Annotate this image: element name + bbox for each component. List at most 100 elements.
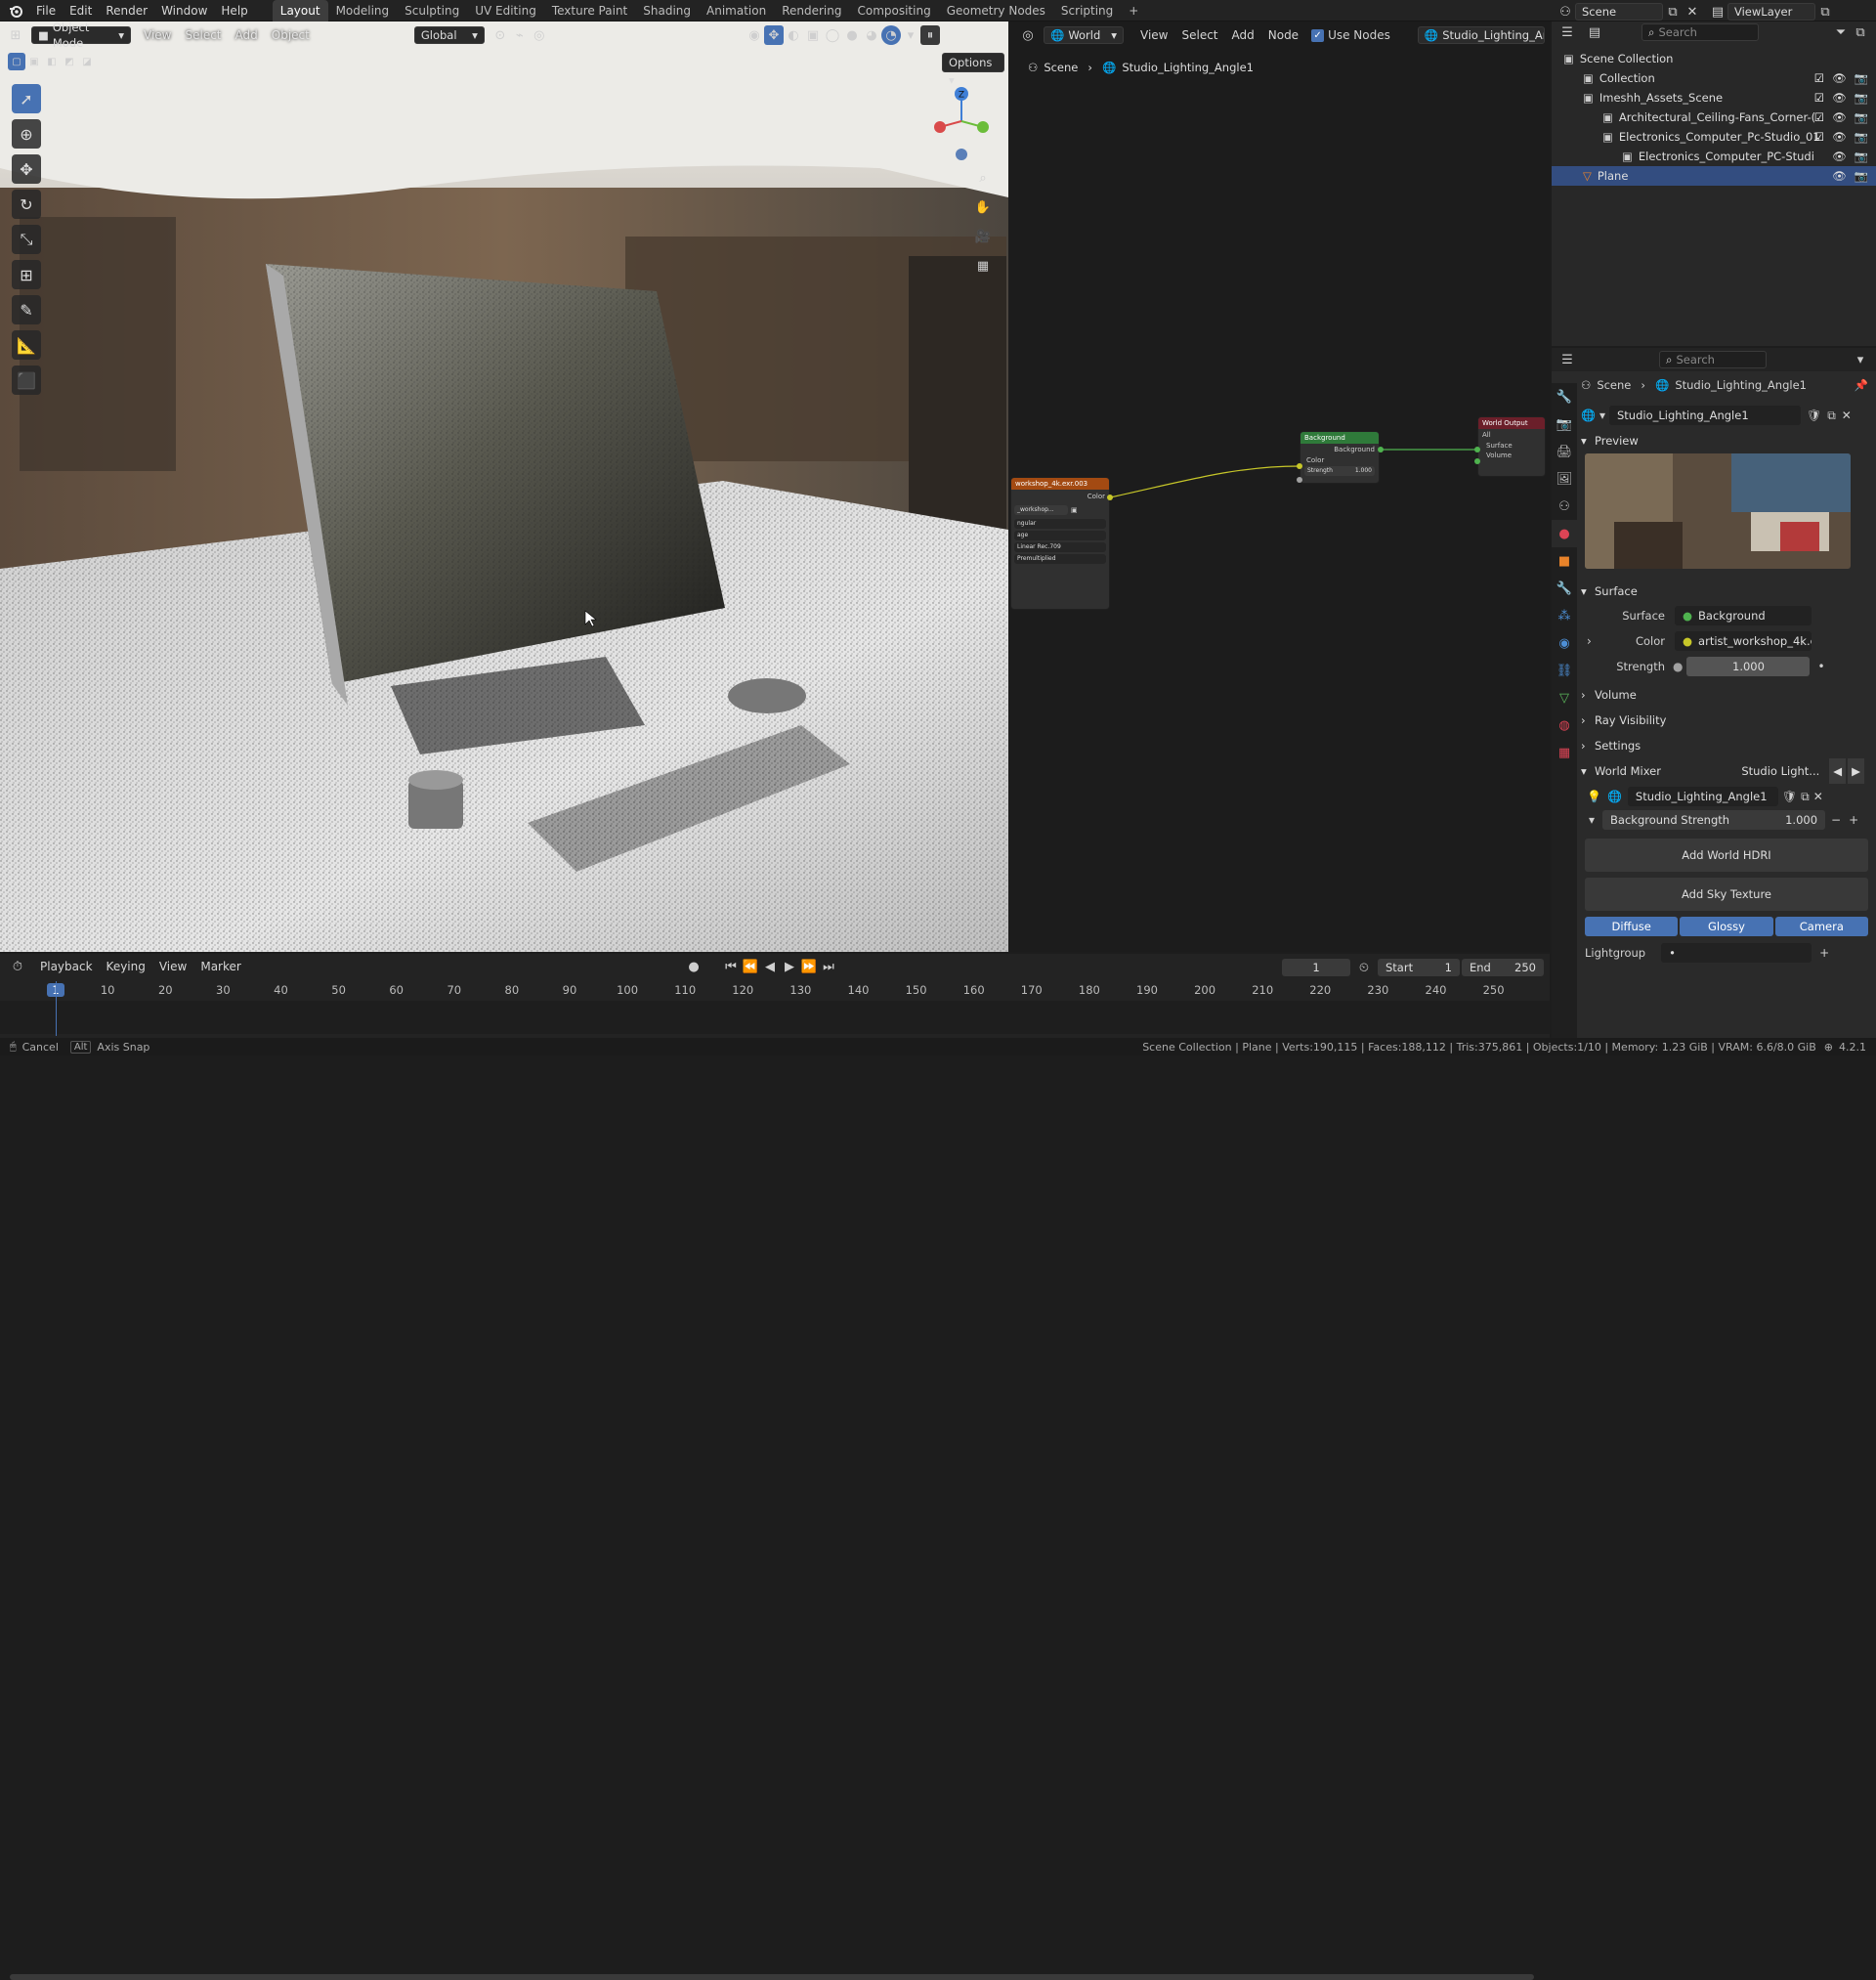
mode-selector[interactable]: ■ Object Mode ▾ [31, 21, 131, 50]
surface-shader-field[interactable]: ● Background [1675, 606, 1812, 625]
transform-orientation-selector[interactable]: Global ▾ [413, 26, 485, 44]
tool-tab-icon[interactable]: 🔧 [1552, 383, 1577, 410]
render-camera-icon[interactable]: 📷 [1855, 147, 1868, 166]
filter-icon[interactable]: ⏷ [1831, 22, 1851, 42]
add-world-hdri-button[interactable]: Add World HDRI [1585, 839, 1868, 872]
outliner-row[interactable]: ▣ Collection ☑ 👁 📷 [1552, 68, 1876, 88]
eye-icon[interactable]: 👁 [1832, 68, 1847, 88]
snap-icon[interactable]: ⌁ [510, 25, 530, 45]
grid-view-icon[interactable]: ▦ [973, 256, 993, 276]
menu-help[interactable]: Help [214, 0, 254, 22]
keyframe-dot-icon[interactable]: • [1817, 660, 1824, 673]
tab-sculpting[interactable]: Sculpting [397, 0, 467, 22]
add-cube-tool-icon[interactable]: ⬛ [12, 366, 41, 395]
timeline-menu-view[interactable]: View [152, 956, 193, 977]
env-color-socket[interactable] [1107, 495, 1113, 500]
navigation-gizmo[interactable]: Z [928, 82, 997, 170]
render-camera-icon[interactable]: 📷 [1855, 127, 1868, 147]
outliner-row[interactable]: ▣ Electronics_Computer_PC-Studi 👁 📷 [1552, 147, 1876, 166]
scale-tool-icon[interactable]: ⤡ [12, 225, 41, 254]
physics-tab-icon[interactable]: ◉ [1552, 629, 1577, 657]
eye-icon[interactable]: 👁 [1832, 108, 1847, 127]
prev-arrow-icon[interactable]: ◀ [1829, 758, 1847, 784]
background-node[interactable]: Background Background Color Strength 1.0… [1300, 431, 1380, 484]
pin-icon[interactable]: 📌 [1855, 378, 1868, 392]
play-icon[interactable]: ▶ [780, 957, 799, 976]
select-tool-icon[interactable]: ➚ [12, 84, 41, 113]
jump-prev-keyframe-icon[interactable]: ⏪ [741, 957, 760, 976]
viewport-menu-add[interactable]: Add [229, 22, 265, 49]
cursor-tool-icon[interactable]: ⊕ [12, 119, 41, 149]
viewport-menu-select[interactable]: Select [178, 22, 228, 49]
env-node-option[interactable]: Premultiplied [1014, 554, 1106, 564]
ray-diffuse-toggle[interactable]: Diffuse [1585, 917, 1679, 936]
env-node-option[interactable]: ngular [1014, 519, 1106, 529]
editor-type-icon[interactable]: ☰ [1557, 350, 1577, 369]
select-box-subtract-icon[interactable]: ◧ [43, 53, 61, 70]
output-tab-icon[interactable]: 🖨 [1552, 438, 1577, 465]
color-input-field[interactable]: ● artist_workshop_4k.exr.... [1675, 631, 1812, 651]
chevron-down-icon[interactable]: ▾ [1851, 350, 1870, 369]
eye-icon[interactable]: 👁 [1832, 88, 1847, 108]
menu-window[interactable]: Window [154, 0, 214, 22]
material-tab-icon[interactable]: ◍ [1552, 711, 1577, 739]
select-box-extend-icon[interactable]: ▣ [25, 53, 43, 70]
environment-texture-node[interactable]: workshop_4k.exr.003 Color _workshop... ▣… [1010, 477, 1110, 610]
blender-logo-icon[interactable] [6, 1, 25, 21]
viewport-menu-object[interactable]: Object [265, 22, 317, 49]
world-tab-icon[interactable]: ● [1552, 520, 1577, 547]
mixer-world-field[interactable]: Studio_Lighting_Angle1 [1627, 787, 1778, 806]
transform-tool-icon[interactable]: ⊞ [12, 260, 41, 289]
outliner-row[interactable]: ▣ Architectural_Ceiling-Fans_Corner-(☑ 👁 📷 [1552, 108, 1876, 127]
timeline[interactable]: ⏱ Playback Keying View Marker ● ⏮ ⏪ ◀ ▶ ⏩ ⏭… [0, 954, 1550, 1980]
tab-animation[interactable]: Animation [699, 0, 774, 22]
world-mixer-header[interactable]: ▾ World Mixer Studio Light... ◀ ▶ [1581, 758, 1872, 784]
timeline-menu-playback[interactable]: Playback [33, 956, 100, 977]
select-box-intersect-icon[interactable]: ◪ [78, 53, 96, 70]
out-node-target[interactable]: All [1478, 429, 1545, 441]
frame-ruler[interactable]: 1102030405060708090100110120130140150160… [0, 981, 1550, 1001]
section-volume[interactable]: › Volume [1581, 682, 1872, 708]
3d-viewport[interactable] [0, 22, 1008, 952]
render-camera-icon[interactable]: 📷 [1855, 68, 1868, 88]
exclude-checkbox[interactable]: ☑ [1814, 108, 1824, 127]
end-frame-field[interactable]: End 250 [1462, 959, 1544, 976]
render-camera-icon[interactable]: 📷 [1855, 166, 1868, 186]
outliner-row[interactable]: ▣ Scene Collection [1552, 49, 1876, 68]
preview-section-header[interactable]: ▾ Preview [1581, 428, 1872, 453]
chevron-down-icon[interactable]: ▾ [1589, 813, 1595, 827]
tab-scripting[interactable]: Scripting [1053, 0, 1121, 22]
visibility-icon[interactable]: ◉ [745, 25, 764, 45]
scene-selector[interactable]: Scene [1575, 3, 1663, 21]
section-settings[interactable]: › Settings [1581, 733, 1872, 758]
menu-file[interactable]: File [29, 0, 63, 22]
bg-strength-socket[interactable] [1297, 477, 1302, 483]
rendered-shading-icon[interactable]: ◔ [881, 25, 901, 45]
viewport-menu-view[interactable]: View [137, 22, 178, 49]
duplicate-icon[interactable]: ⧉ [1827, 409, 1836, 423]
minus-icon[interactable]: − [1831, 813, 1841, 827]
new-scene-icon[interactable]: ⧉ [1663, 2, 1683, 22]
tab-uv-editing[interactable]: UV Editing [467, 0, 544, 22]
background-strength-field[interactable]: Background Strength 1.000 [1602, 810, 1826, 830]
add-sky-texture-button[interactable]: Add Sky Texture [1585, 878, 1868, 911]
pan-hand-icon[interactable]: ✋ [973, 197, 993, 217]
strength-field[interactable]: 1.000 [1686, 657, 1811, 676]
image-browse-icon[interactable]: ▣ [1071, 506, 1078, 514]
editor-type-icon[interactable]: ☰ [1557, 22, 1577, 42]
pivot-icon[interactable]: ⊙ [490, 25, 510, 45]
next-arrow-icon[interactable]: ▶ [1848, 758, 1864, 784]
world-name-field[interactable]: Studio_Lighting_Angle1 [1608, 406, 1801, 425]
timeline-menu-marker[interactable]: Marker [193, 956, 247, 977]
viewlayer-selector[interactable]: ViewLayer [1727, 3, 1815, 21]
keyframe-area[interactable] [0, 1001, 1550, 1034]
outliner-row[interactable]: ▽ Plane 👁 📷 [1552, 166, 1876, 186]
editor-type-icon[interactable]: ⊞ [6, 25, 25, 45]
xray-icon[interactable]: ▣ [803, 25, 823, 45]
timeline-scrollbar[interactable] [10, 1974, 1534, 1980]
lightgroup-field[interactable]: • [1661, 943, 1812, 963]
outliner-row[interactable]: ▣ Imeshh_Assets_Scene ☑ 👁 📷 [1552, 88, 1876, 108]
properties-search[interactable]: ⌕ Search [1659, 351, 1767, 368]
editor-type-icon[interactable]: ⏱ [8, 957, 27, 976]
properties-editor[interactable]: ☰ ⌕ Search ▾ 🔧 📷 🖨 🖼 ⚇ ● ■ 🔧 ⁂ ◉ ⛓ ▽ ◍ ▦… [1552, 348, 1876, 1038]
